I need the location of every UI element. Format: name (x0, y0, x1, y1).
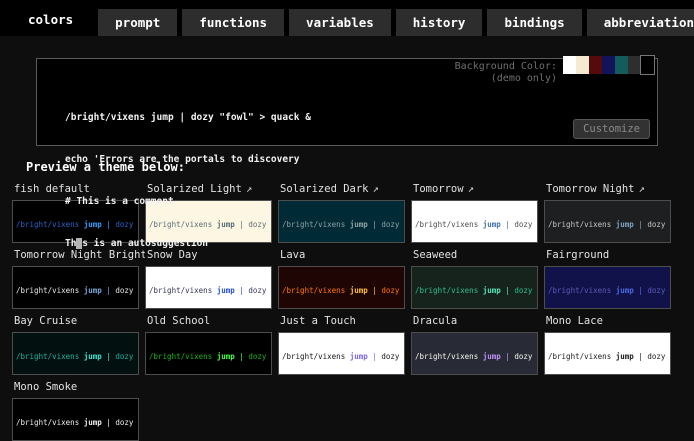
tab-bindings[interactable]: bindings (487, 9, 581, 36)
sample-line-command: /bright/vixens jump | dozy "fowl" > quac… (16, 419, 138, 428)
sample-line-command: /bright/vixens jump | dozy "fowl" > quac… (149, 287, 271, 296)
sample-line-command: /bright/vixens jump | dozy "fowl" > quac… (16, 287, 138, 296)
theme-name: Seaweed (413, 249, 457, 261)
sample-line-command: /bright/vixens jump | dozy "fowl" > quac… (282, 353, 404, 362)
background-color-label: Background Color: (demo only) (455, 61, 557, 85)
theme-card-bay-cruise[interactable]: Bay Cruise /bright/vixens jump | dozy "f… (12, 314, 145, 375)
theme-preview-box[interactable]: /bright/vixens jump | dozy "fowl" > quac… (12, 398, 139, 441)
background-color-label-line1: Background Color: (455, 61, 557, 73)
sample-line-command: /bright/vixens jump | dozy "fowl" > quac… (548, 221, 670, 230)
theme-preview-box[interactable]: /bright/vixens jump | dozy "fowl" > quac… (12, 332, 139, 375)
bg-color-swatch[interactable] (628, 56, 641, 74)
theme-preview-box[interactable]: /bright/vixens jump | dozy "fowl" > quac… (544, 332, 671, 375)
theme-preview-box[interactable]: /bright/vixens jump | dozy "fowl" > quac… (411, 332, 538, 375)
bg-color-swatch[interactable] (576, 56, 589, 74)
sample-line-command: /bright/vixens jump | dozy "fowl" > quac… (548, 353, 670, 362)
theme-preview-box[interactable]: /bright/vixens jump | dozy "fowl" > quac… (544, 200, 671, 243)
tab-abbreviations[interactable]: abbreviations (587, 9, 694, 36)
sample-line-command: /bright/vixens jump | dozy "fowl" > quac… (149, 353, 271, 362)
bg-color-swatch[interactable] (589, 56, 602, 74)
theme-preview-box[interactable]: /bright/vixens jump | dozy "fowl" > quac… (145, 332, 272, 375)
theme-name: Fairground (546, 249, 609, 261)
terminal-line-comment: # This is a comment (65, 195, 311, 209)
theme-card-tomorrow[interactable]: Tomorrow ↗ /bright/vixens jump | dozy "fo… (411, 182, 544, 243)
external-link-icon[interactable]: ↗ (639, 183, 645, 195)
bg-color-swatch[interactable] (615, 56, 628, 74)
theme-card-mono-smoke[interactable]: Mono Smoke /bright/vixens jump | dozy "f… (12, 380, 145, 441)
theme-name: Dracula (413, 315, 457, 327)
theme-card-dracula[interactable]: Dracula /bright/vixens jump | dozy "fowl… (411, 314, 544, 375)
terminal-preview-panel: Background Color: (demo only) /bright/vi… (36, 58, 658, 146)
theme-name: Mono Lace (546, 315, 603, 327)
theme-name: Mono Smoke (14, 381, 77, 393)
theme-preview-box[interactable]: /bright/vixens jump | dozy "fowl" > quac… (544, 266, 671, 309)
customize-button[interactable]: Customize (573, 119, 650, 139)
tab-colors[interactable]: colors (8, 2, 93, 36)
bg-color-swatch[interactable] (641, 56, 654, 74)
theme-preview-box[interactable]: /bright/vixens jump | dozy "fowl" > quac… (278, 332, 405, 375)
theme-name: Tomorrow Night (546, 183, 635, 195)
theme-card-just-a-touch[interactable]: Just a Touch /bright/vixens jump | dozy … (278, 314, 411, 375)
bg-color-swatch[interactable] (563, 56, 576, 74)
theme-preview-box[interactable]: /bright/vixens jump | dozy "fowl" > quac… (411, 200, 538, 243)
external-link-icon[interactable]: ↗ (373, 183, 379, 195)
sample-line-command: /bright/vixens jump | dozy "fowl" > quac… (415, 353, 537, 362)
terminal-line-command: /bright/vixens jump | dozy "fowl" > quac… (65, 111, 311, 125)
sample-line-command: /bright/vixens jump | dozy "fowl" > quac… (415, 287, 537, 296)
sample-line-command: /bright/vixens jump | dozy "fowl" > quac… (16, 353, 138, 362)
theme-name: Just a Touch (280, 315, 356, 327)
terminal-line-autosuggestion: This is an autosuggestion (65, 237, 311, 251)
terminal-sample-text: /bright/vixens jump | dozy "fowl" > quac… (65, 83, 311, 279)
theme-card-tomorrow-night[interactable]: Tomorrow Night ↗ /bright/vixens jump | do… (544, 182, 677, 243)
theme-card-fairground[interactable]: Fairground /bright/vixens jump | dozy "f… (544, 248, 677, 309)
theme-card-old-school[interactable]: Old School /bright/vixens jump | dozy "f… (145, 314, 278, 375)
terminal-line-error: echo 'Errors are the portals to discover… (65, 153, 311, 167)
tab-history[interactable]: history (396, 9, 483, 36)
sample-line-command: /bright/vixens jump | dozy "fowl" > quac… (282, 287, 404, 296)
background-color-label-line2: (demo only) (455, 73, 557, 85)
sample-line-command: /bright/vixens jump | dozy "fowl" > quac… (548, 287, 670, 296)
theme-name: Bay Cruise (14, 315, 77, 327)
sample-line-command: /bright/vixens jump | dozy "fowl" > quac… (415, 221, 537, 230)
theme-name: Tomorrow (413, 183, 464, 195)
tab-variables[interactable]: variables (289, 9, 391, 36)
external-link-icon[interactable]: ↗ (468, 183, 474, 195)
tab-bar: colorspromptfunctionsvariableshistorybin… (0, 0, 694, 36)
theme-card-seaweed[interactable]: Seaweed /bright/vixens jump | dozy "fowl… (411, 248, 544, 309)
background-color-swatches (563, 56, 654, 74)
tab-prompt[interactable]: prompt (98, 9, 177, 36)
tab-functions[interactable]: functions (182, 9, 284, 36)
theme-preview-box[interactable]: /bright/vixens jump | dozy "fowl" > quac… (411, 266, 538, 309)
theme-name: Old School (147, 315, 210, 327)
theme-card-mono-lace[interactable]: Mono Lace /bright/vixens jump | dozy "fo… (544, 314, 677, 375)
bg-color-swatch[interactable] (602, 56, 615, 74)
